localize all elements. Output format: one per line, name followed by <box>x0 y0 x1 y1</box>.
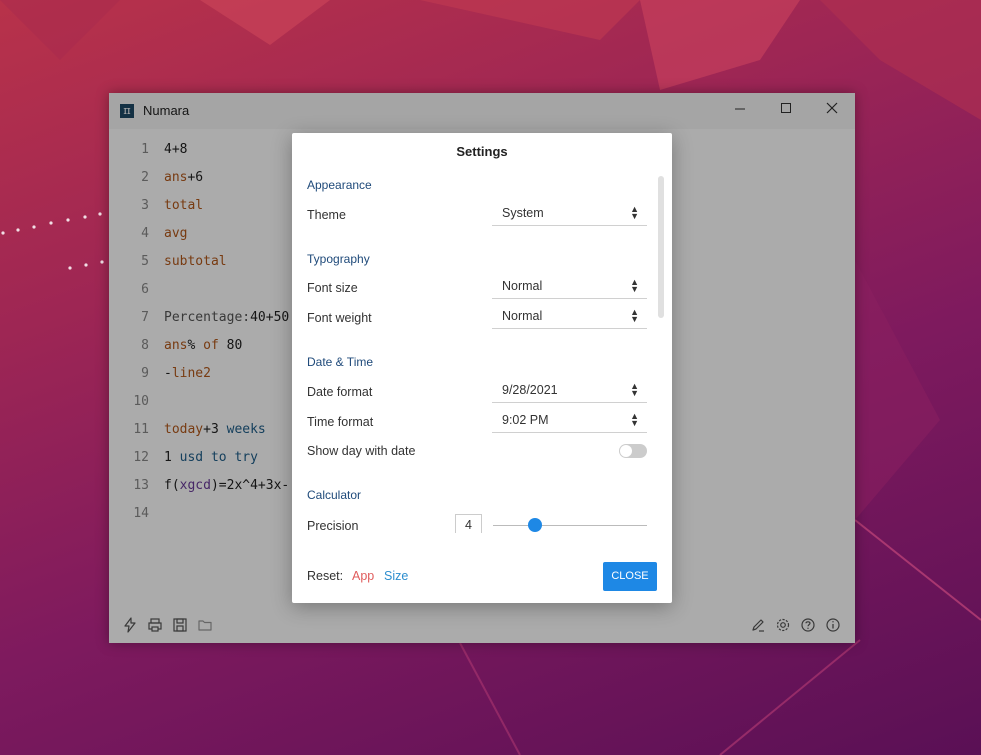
toggle-knob <box>620 445 632 457</box>
precision-input[interactable]: 4 <box>455 514 482 533</box>
section-date-time: Date & Time <box>307 355 374 369</box>
time-format-label: Time format <box>307 415 374 429</box>
section-appearance: Appearance <box>307 178 372 192</box>
reset-size-link[interactable]: Size <box>384 569 408 583</box>
close-button[interactable]: CLOSE <box>603 562 657 591</box>
date-format-value: 9/28/2021 <box>502 383 558 397</box>
select-arrows-icon: ▲ ▼ <box>630 381 639 398</box>
date-format-select[interactable]: 9/28/2021 ▲ ▼ <box>492 380 647 403</box>
precision-label: Precision <box>307 519 359 533</box>
date-format-label: Date format <box>307 385 373 399</box>
section-calculator: Calculator <box>307 488 362 502</box>
slider-thumb[interactable] <box>527 518 542 532</box>
reset-app-link[interactable]: App <box>352 569 374 583</box>
precision-slider[interactable] <box>493 518 647 532</box>
show-day-toggle[interactable] <box>619 444 647 458</box>
reset-label: Reset: <box>307 569 344 583</box>
font-size-label: Font size <box>307 281 358 295</box>
theme-label: Theme <box>307 208 346 222</box>
font-weight-value: Normal <box>502 309 543 323</box>
settings-dialog: Settings Appearance Theme System ▲ ▼ Typo… <box>292 133 672 603</box>
select-arrows-icon: ▲ ▼ <box>630 204 639 221</box>
select-arrows-icon: ▲ ▼ <box>630 411 639 428</box>
select-arrows-icon: ▲ ▼ <box>630 277 639 294</box>
time-format-select[interactable]: 9:02 PM ▲ ▼ <box>492 410 647 433</box>
settings-body: Appearance Theme System ▲ ▼ Typography Fo… <box>292 171 672 533</box>
time-format-value: 9:02 PM <box>502 413 549 427</box>
font-size-value: Normal <box>502 279 543 293</box>
theme-value: System <box>502 206 544 220</box>
font-weight-select[interactable]: Normal ▲ ▼ <box>492 306 647 329</box>
section-typography: Typography <box>307 252 370 266</box>
font-weight-label: Font weight <box>307 311 372 325</box>
theme-select[interactable]: System ▲ ▼ <box>492 203 647 226</box>
select-arrows-icon: ▲ ▼ <box>630 307 639 324</box>
font-size-select[interactable]: Normal ▲ ▼ <box>492 276 647 299</box>
settings-title: Settings <box>456 144 508 159</box>
show-day-label: Show day with date <box>307 444 416 458</box>
